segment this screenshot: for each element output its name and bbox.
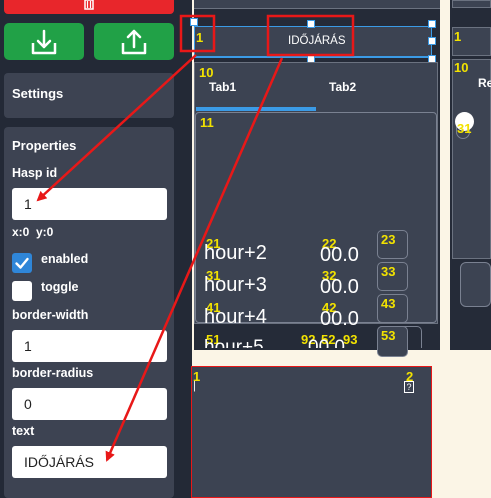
annotation-overlay <box>36 14 355 462</box>
annotation-arrow-text <box>105 57 284 462</box>
annotation-box-text <box>266 14 355 57</box>
annotation-arrow-id <box>36 54 197 202</box>
annotation-box-id <box>179 14 216 53</box>
